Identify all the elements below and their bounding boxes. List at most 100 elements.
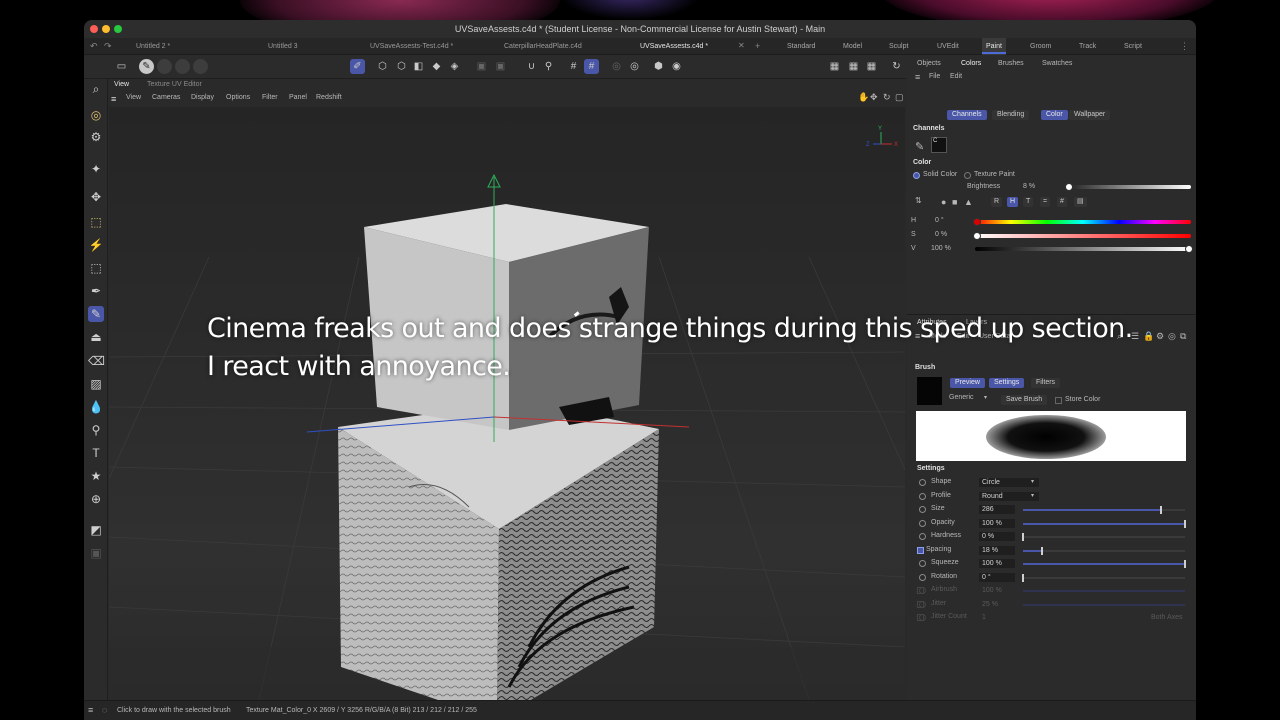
hue-slider[interactable] xyxy=(975,220,1191,224)
setting-slider-handle[interactable] xyxy=(1184,560,1186,568)
tab-texture-uv-editor[interactable]: Texture UV Editor xyxy=(147,81,202,88)
tab-colors[interactable]: Colors xyxy=(961,60,981,67)
menu-view[interactable]: View xyxy=(126,94,141,101)
setting-slider-track[interactable] xyxy=(1023,577,1185,579)
menu-edit[interactable]: Edit xyxy=(950,73,962,80)
maximize-view-icon[interactable]: ▢ xyxy=(895,92,904,103)
doc-tab-untitled-3[interactable]: Untitled 3 xyxy=(262,38,304,55)
rotate-view-icon[interactable]: ↻ xyxy=(883,92,891,103)
undo-icon[interactable]: ↶ xyxy=(90,41,98,52)
edges-mode-icon[interactable]: ⬡ xyxy=(394,59,409,74)
animate-radio-icon[interactable] xyxy=(919,520,926,527)
v-value[interactable]: 100 % xyxy=(931,245,951,252)
enable-checkbox[interactable] xyxy=(917,547,924,554)
target-icon[interactable]: ◎ xyxy=(1168,331,1176,342)
menu-file[interactable]: File xyxy=(929,73,940,80)
setting-slider-handle[interactable] xyxy=(1160,506,1162,514)
fill-icon[interactable]: 💧 xyxy=(88,399,104,415)
store-color-checkbox[interactable] xyxy=(1055,397,1062,404)
close-tab-icon[interactable]: ✕ xyxy=(738,41,745,50)
minimize-window-button[interactable] xyxy=(102,25,110,33)
search-icon[interactable]: ⌕ xyxy=(88,81,104,97)
setting-value[interactable]: 100 % xyxy=(979,519,1015,528)
menu-cameras[interactable]: Cameras xyxy=(152,94,180,101)
close-window-button[interactable] xyxy=(90,25,98,33)
setting-slider-handle[interactable] xyxy=(1022,574,1024,582)
tab-color[interactable]: Color xyxy=(1041,110,1068,120)
menu-options[interactable]: Options xyxy=(226,94,250,101)
tab-channels[interactable]: Channels xyxy=(947,110,987,120)
eraser-icon[interactable]: ⌫ xyxy=(88,353,105,369)
setting-slider-handle[interactable] xyxy=(1022,533,1024,541)
square-shape-icon[interactable]: ■ xyxy=(952,197,957,207)
brightness-value[interactable]: 8 % xyxy=(1023,183,1035,190)
gradient-icon[interactable]: ▨ xyxy=(88,376,104,392)
brush-tool-icon[interactable]: ✎ xyxy=(88,306,104,322)
move-tool-icon[interactable]: ✥ xyxy=(88,189,104,205)
texture-paint-radio[interactable] xyxy=(964,172,971,179)
layout-tab-model[interactable]: Model xyxy=(843,38,862,55)
zoom-icon[interactable]: ⊕ xyxy=(88,491,104,507)
layout-tab-groom[interactable]: Groom xyxy=(1030,38,1051,55)
saturation-knob[interactable] xyxy=(973,232,981,240)
new-tab-icon[interactable]: + xyxy=(755,41,760,51)
menu-redshift[interactable]: Redshift xyxy=(316,94,342,101)
setting-value[interactable]: 18 % xyxy=(979,546,1015,555)
mode-mix-button[interactable]: = xyxy=(1040,197,1051,207)
hue-knob[interactable] xyxy=(973,218,981,226)
setting-value[interactable]: 100 % xyxy=(979,559,1015,568)
pan-icon[interactable]: ✋ xyxy=(858,92,869,103)
star-icon[interactable]: ★ xyxy=(88,468,104,484)
mode-hex-button[interactable]: # xyxy=(1057,197,1067,207)
points-mode-icon[interactable]: ⬡ xyxy=(375,59,390,74)
smudge-icon[interactable]: ⚲ xyxy=(88,422,104,438)
selection-box-icon[interactable]: ⬚ xyxy=(88,214,104,230)
layout-tab-uvedit[interactable]: UVEdit xyxy=(937,38,959,55)
render-region-icon[interactable]: ▦ xyxy=(827,59,842,74)
eyedropper-icon[interactable]: ✒ xyxy=(88,283,104,299)
select-tool-icon[interactable]: ◎ xyxy=(88,107,104,123)
tab-objects[interactable]: Objects xyxy=(917,60,941,67)
animate-radio-icon[interactable] xyxy=(919,533,926,540)
polygons-mode-icon[interactable]: ◧ xyxy=(411,59,426,74)
pencil-icon[interactable]: ✎ xyxy=(915,140,924,153)
value-knob[interactable] xyxy=(1185,245,1193,253)
redo-icon[interactable]: ↷ xyxy=(104,41,112,52)
setting-value[interactable]: Round xyxy=(979,492,1039,501)
layout-tab-sculpt[interactable]: Sculpt xyxy=(889,38,908,55)
object-mode-icon[interactable]: ◆ xyxy=(429,59,444,74)
grid-icon[interactable]: # xyxy=(584,59,599,74)
grid-snap-icon[interactable]: # xyxy=(566,59,581,74)
magic-wand-icon[interactable]: ⚡ xyxy=(88,237,104,253)
setting-slider-track[interactable] xyxy=(1023,550,1185,552)
mode-h-button[interactable]: H xyxy=(1007,197,1019,207)
setting-value[interactable]: 0 ° xyxy=(979,573,1015,582)
mode-r-button[interactable]: R xyxy=(991,197,1003,207)
setting-value[interactable]: 286 xyxy=(979,505,1015,514)
animate-radio-icon[interactable] xyxy=(919,574,926,581)
move-view-icon[interactable]: ✥ xyxy=(870,92,878,103)
paint-mode-icon[interactable]: ✐ xyxy=(350,59,365,74)
doc-tab-uvsave-test[interactable]: UVSaveAssests-Test.c4d * xyxy=(364,38,459,55)
render-view-icon[interactable]: ▦ xyxy=(846,59,861,74)
sphere-icon[interactable]: ⬢ xyxy=(651,59,666,74)
brightness-knob[interactable] xyxy=(1065,183,1073,191)
setting-slider-handle[interactable] xyxy=(1041,547,1043,555)
render-settings-icon[interactable]: ▦ xyxy=(864,59,879,74)
mountain-icon[interactable]: ▲ xyxy=(964,197,973,207)
popout-icon[interactable]: ⧉ xyxy=(1180,331,1186,342)
layout-tab-script[interactable]: Script xyxy=(1124,38,1142,55)
stamp-icon[interactable]: ⏏ xyxy=(88,329,104,345)
doc-tab-caterpillar[interactable]: CaterpillarHeadPlate.c4d xyxy=(498,38,588,55)
transform-icon[interactable]: ⬚ xyxy=(88,260,104,276)
target-icon[interactable]: ◎ xyxy=(627,59,642,74)
value-slider[interactable] xyxy=(975,247,1191,251)
pen-tool-icon[interactable]: ✎ xyxy=(139,59,154,74)
texture-mode-icon[interactable]: ◈ xyxy=(447,59,462,74)
animate-radio-icon[interactable] xyxy=(919,479,926,486)
viewport-scene[interactable]: Y Z X xyxy=(109,107,905,700)
circle-shape-icon[interactable]: ● xyxy=(941,197,946,207)
collapse-icon[interactable]: ⇅ xyxy=(915,196,922,205)
brightness-slider[interactable] xyxy=(1067,185,1191,189)
more-options-icon[interactable]: ⋮ xyxy=(1180,41,1189,52)
